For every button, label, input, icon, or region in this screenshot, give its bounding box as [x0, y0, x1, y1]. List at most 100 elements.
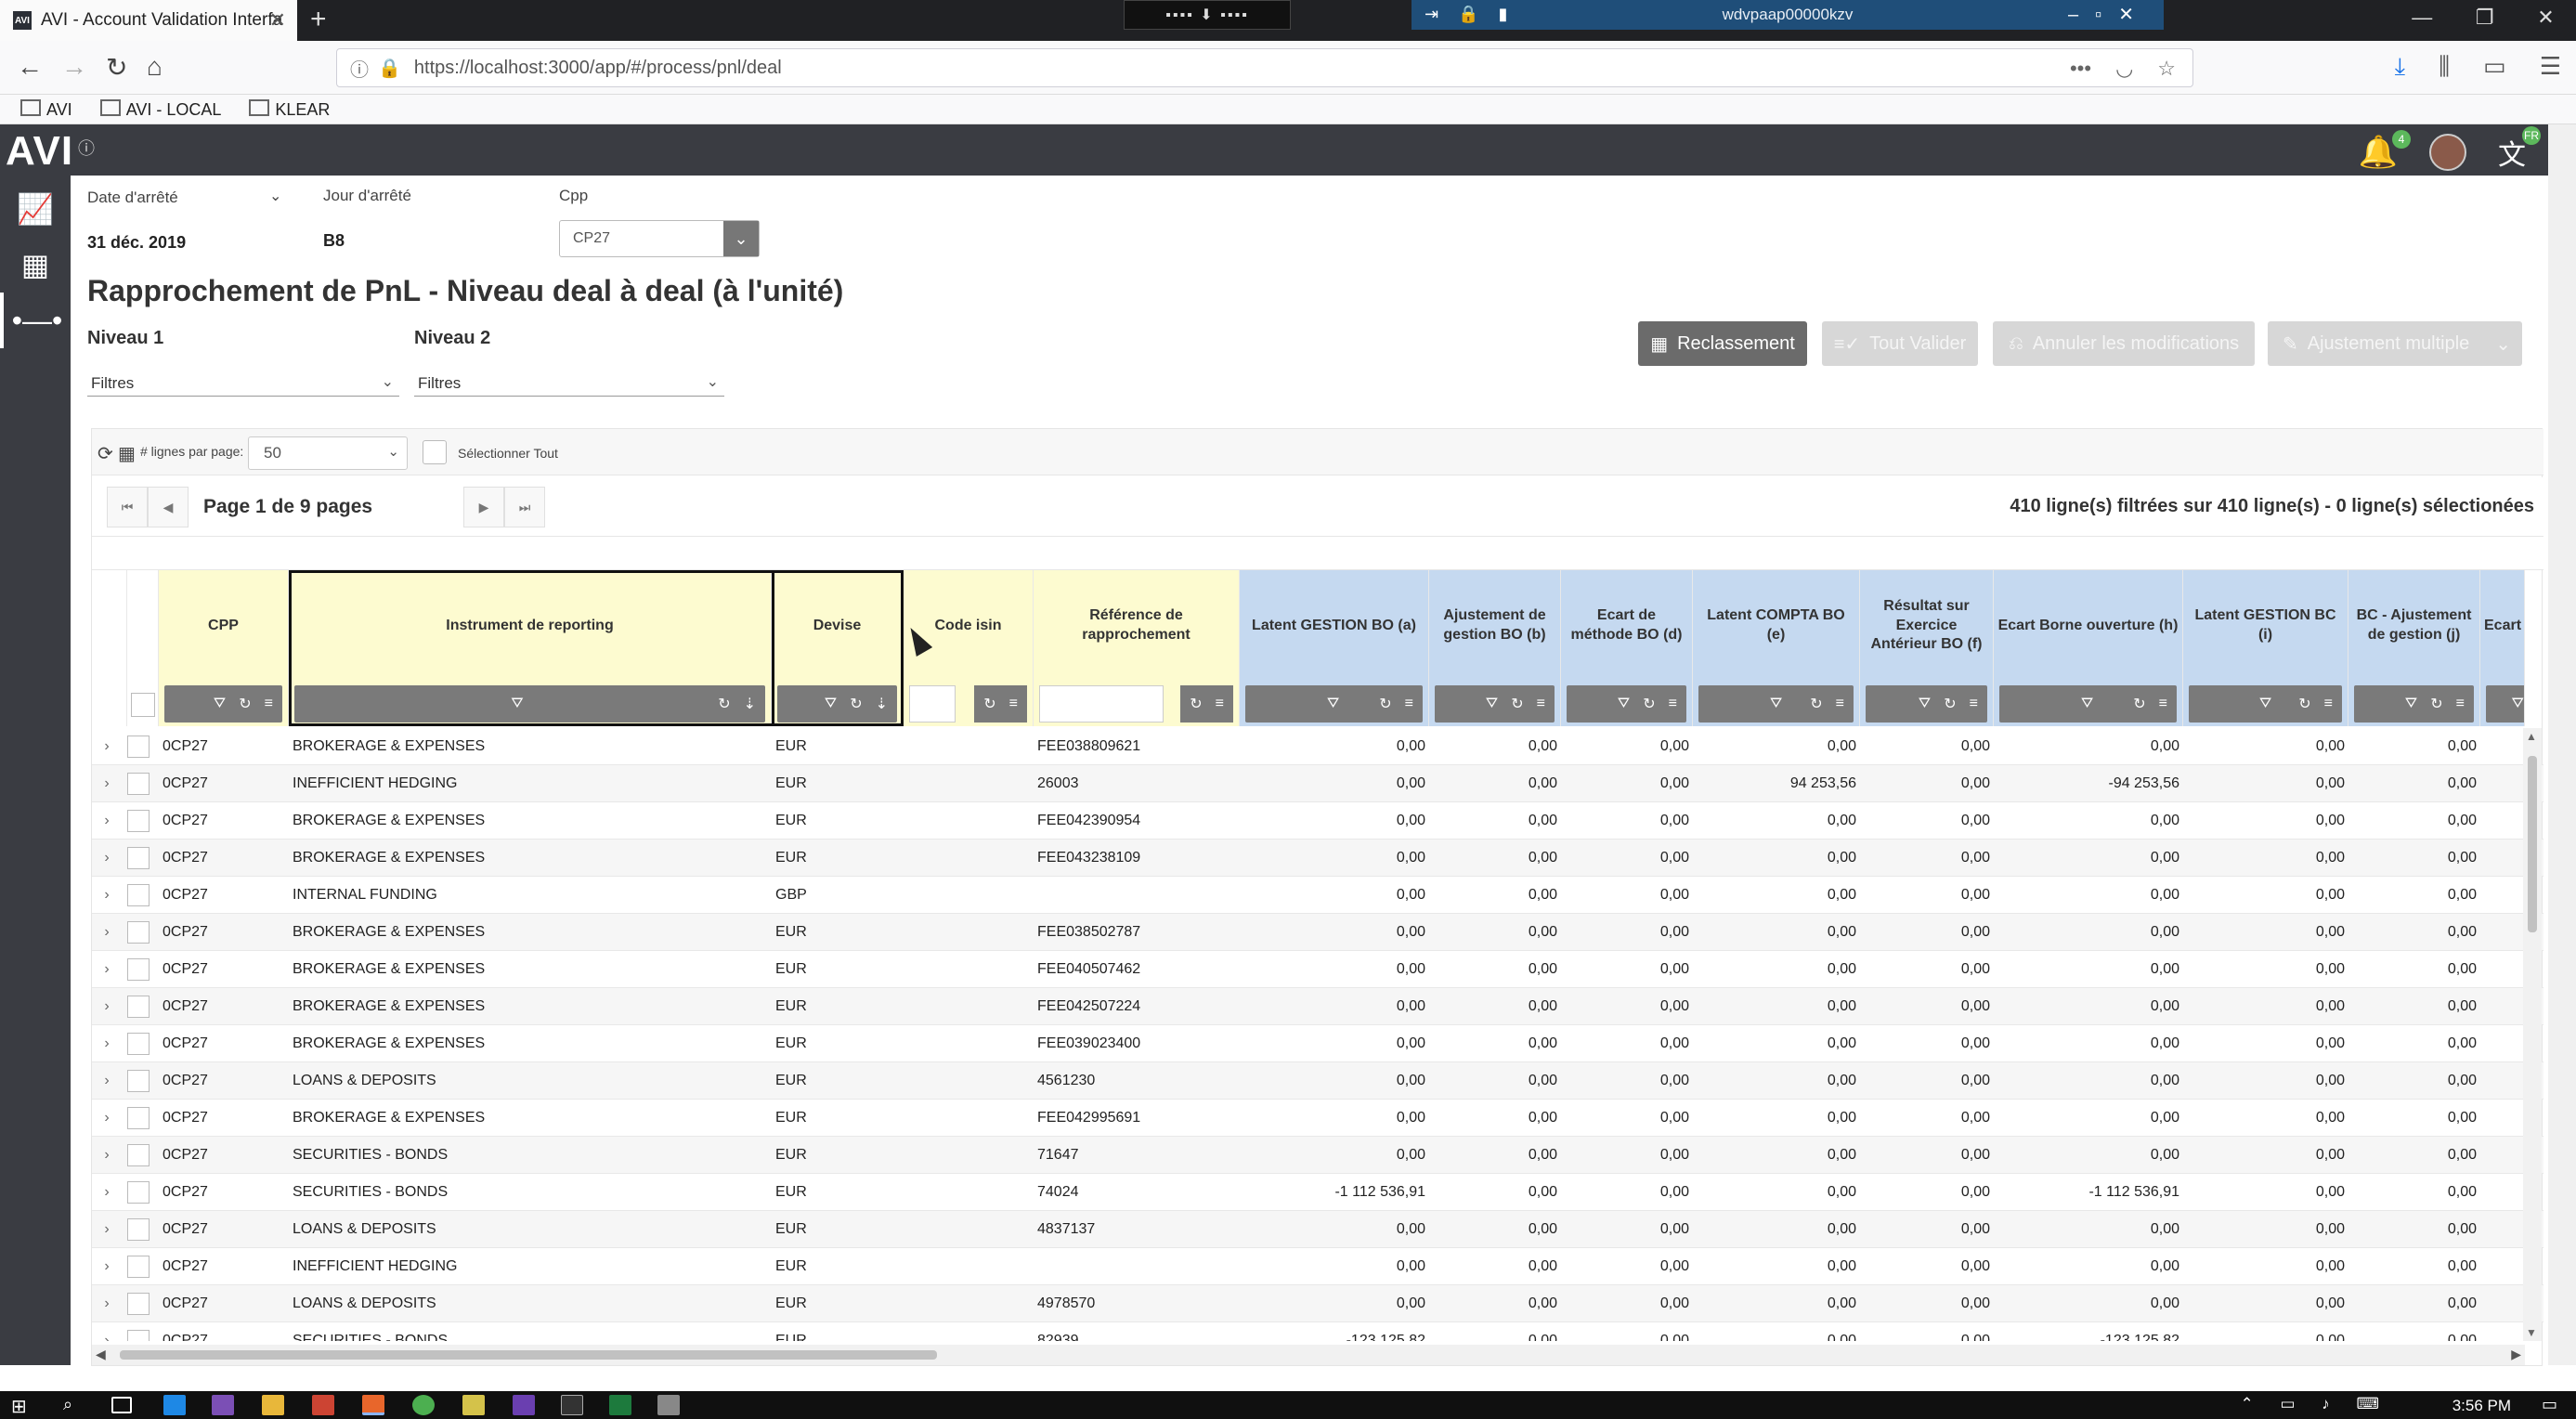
translate-icon[interactable]: 文 FR — [2498, 126, 2541, 173]
grid-vertical-scrollbar[interactable]: ▲ ▼ — [2523, 728, 2542, 1341]
expand-row-icon[interactable]: › — [98, 1322, 116, 1341]
sort-icon[interactable]: ≡ — [1537, 696, 1545, 712]
scroll-thumb[interactable] — [2528, 756, 2537, 932]
filter-icon[interactable]: ⛛ — [825, 696, 837, 712]
notepad-icon[interactable] — [462, 1395, 485, 1415]
date-value[interactable]: 31 déc. 2019 — [87, 233, 186, 253]
home-icon[interactable]: ⌂ — [147, 52, 163, 82]
notifications-bell-icon[interactable]: 🔔 4 — [2359, 130, 2411, 171]
row-checkbox[interactable] — [127, 1330, 150, 1341]
sort-icon[interactable]: ≡ — [1970, 696, 1978, 712]
app-info-icon[interactable]: ⓘ — [78, 136, 95, 160]
close-window-icon[interactable]: ✕ — [2537, 6, 2554, 30]
restore-icon[interactable]: ❐ — [2476, 6, 2494, 30]
cpp-select[interactable]: CP27 ⌄ — [559, 220, 760, 257]
reset-icon[interactable]: ↻ — [2430, 695, 2442, 713]
expand-row-icon[interactable]: › — [98, 877, 116, 914]
minimize-icon[interactable]: — — [2412, 6, 2432, 30]
cmd-icon[interactable] — [561, 1395, 583, 1415]
app-icon[interactable] — [312, 1395, 334, 1415]
expand-row-icon[interactable]: › — [98, 951, 116, 988]
reset-icon[interactable]: ↻ — [1944, 695, 1956, 713]
chevron-down-icon[interactable]: ⌄ — [723, 221, 759, 256]
url-bar[interactable]: ⓘ 🔒 https://localhost:3000/app/#/process… — [336, 48, 2193, 87]
chrome-icon[interactable] — [412, 1395, 435, 1415]
table-row[interactable]: › 0CP27 INTERNAL FUNDING GBP 0,00 0,00 0,00 0,0… — [92, 877, 2543, 914]
niveau1-select[interactable]: Filtres ⌄ — [87, 369, 399, 397]
reset-icon[interactable]: ↻ — [718, 695, 730, 713]
last-page-icon[interactable]: ⏭ — [504, 487, 545, 527]
row-checkbox[interactable] — [127, 1293, 150, 1315]
reset-icon[interactable]: ↻ — [1643, 695, 1655, 713]
close-tab-icon[interactable]: ✕ — [269, 8, 286, 33]
filter-icon[interactable]: ⛛ — [1919, 696, 1931, 712]
browser-tab[interactable]: AVI AVI - Account Validation Interfa ✕ — [0, 0, 297, 41]
table-row[interactable]: › 0CP27 BROKERAGE & EXPENSES EUR FEE04323810… — [92, 840, 2543, 877]
hscroll-thumb[interactable] — [120, 1350, 937, 1360]
sort-icon[interactable]: ≡ — [2456, 696, 2465, 712]
filter-icon[interactable]: ⛛ — [2259, 696, 2271, 712]
reset-icon[interactable]: ↻ — [1190, 695, 1202, 713]
expand-row-icon[interactable]: › — [98, 914, 116, 951]
system-tray[interactable]: ⌃ ▭ ♪ ⌨ — [2240, 1395, 2390, 1413]
file-explorer-icon[interactable] — [262, 1395, 284, 1415]
window-scrollbar[interactable] — [2548, 124, 2576, 1365]
table-row[interactable]: › 0CP27 SECURITIES - BONDS EUR 74024 -1 112 5… — [92, 1174, 2543, 1211]
reset-icon[interactable]: ↻ — [850, 695, 862, 713]
first-page-icon[interactable]: ⏮ — [107, 487, 148, 527]
table-row[interactable]: › 0CP27 LOANS & DEPOSITS EUR 4978570 0,00 0,00… — [92, 1285, 2543, 1322]
row-checkbox[interactable] — [127, 1256, 150, 1278]
expand-row-icon[interactable]: › — [98, 840, 116, 877]
column-header-ecart-methode[interactable]: Ecart de méthode BO (d) ⛛ ↻ ≡ — [1561, 570, 1693, 726]
sort-icon[interactable]: ≡ — [1669, 696, 1677, 712]
sort-icon[interactable]: ≡ — [1216, 696, 1224, 712]
table-row[interactable]: › 0CP27 BROKERAGE & EXPENSES EUR FEE04050746… — [92, 951, 2543, 988]
row-checkbox[interactable] — [127, 996, 150, 1018]
process-icon[interactable]: •—• — [0, 293, 71, 348]
prev-page-icon[interactable]: ◀ — [148, 487, 189, 527]
excel-icon[interactable] — [609, 1395, 631, 1415]
expand-row-icon[interactable]: › — [98, 1025, 116, 1062]
annuler-button[interactable]: ⎌ Annuler les modifications — [1993, 321, 2255, 366]
row-checkbox[interactable] — [127, 1107, 150, 1129]
info-icon[interactable]: ⓘ — [350, 55, 369, 82]
filter-icon[interactable]: ⛛ — [214, 696, 226, 712]
expand-row-icon[interactable]: › — [98, 1211, 116, 1248]
tout-valider-button[interactable]: ≡✓ Tout Valider — [1822, 321, 1978, 366]
reset-icon[interactable]: ↻ — [1810, 695, 1822, 713]
column-header-cpp[interactable]: CPP ⛛ ↻ ≡ — [159, 570, 289, 726]
grid-horizontal-scrollbar[interactable]: ◀ ▶ — [92, 1345, 2525, 1365]
ref-filter-input[interactable] — [1039, 685, 1164, 723]
reset-icon[interactable]: ↻ — [2133, 695, 2145, 713]
row-checkbox[interactable] — [127, 884, 150, 906]
expand-row-icon[interactable]: › — [98, 728, 116, 765]
sidebar-toggle-icon[interactable]: ▭ — [2483, 52, 2506, 82]
sort-icon[interactable]: ≡ — [1009, 696, 1018, 712]
menu-icon[interactable]: ☰ — [2540, 52, 2561, 82]
pin-icon[interactable]: ⇥ 🔒 ▮ — [1425, 5, 1515, 24]
more-icon[interactable]: ••• — [2070, 57, 2091, 81]
table-row[interactable]: › 0CP27 BROKERAGE & EXPENSES EUR FEE03850278… — [92, 914, 2543, 951]
column-header-ajust-bo[interactable]: Ajustement de gestion BO (b) ⛛ ↻ ≡ — [1429, 570, 1561, 726]
column-header-ecart[interactable]: Ecart ⛛ — [2480, 570, 2525, 726]
refresh-icon[interactable]: ⟳ — [98, 442, 113, 465]
column-header-devise[interactable]: Devise ⛛ ↻ ⇣ — [772, 570, 904, 726]
scroll-left-icon[interactable]: ◀ — [96, 1347, 106, 1362]
dashboard-icon[interactable]: ▦ — [0, 237, 71, 293]
task-view-icon[interactable] — [111, 1397, 132, 1413]
table-row[interactable]: › 0CP27 BROKERAGE & EXPENSES EUR FEE04299569… — [92, 1100, 2543, 1137]
row-checkbox[interactable] — [127, 921, 150, 944]
column-header-resultat[interactable]: Résultat sur Exercice Antérieur BO (f) ⛛… — [1860, 570, 1994, 726]
expand-row-icon[interactable]: › — [98, 988, 116, 1025]
sort-icon[interactable]: ≡ — [1836, 696, 1844, 712]
new-tab-icon[interactable]: + — [310, 4, 327, 35]
row-checkbox[interactable] — [127, 736, 150, 758]
filter-icon[interactable]: ⛛ — [511, 696, 523, 712]
bookmark-star-icon[interactable]: ☆ — [2157, 57, 2176, 81]
sort-desc-icon[interactable]: ⇣ — [876, 695, 888, 713]
row-checkbox[interactable] — [127, 847, 150, 869]
reset-icon[interactable]: ↻ — [1511, 695, 1523, 713]
expand-row-icon[interactable]: › — [98, 1137, 116, 1174]
filter-icon[interactable]: ⛛ — [1618, 696, 1630, 712]
column-header-ecart-borne[interactable]: Ecart Borne ouverture (h) ⛛ ↻ ≡ — [1994, 570, 2183, 726]
